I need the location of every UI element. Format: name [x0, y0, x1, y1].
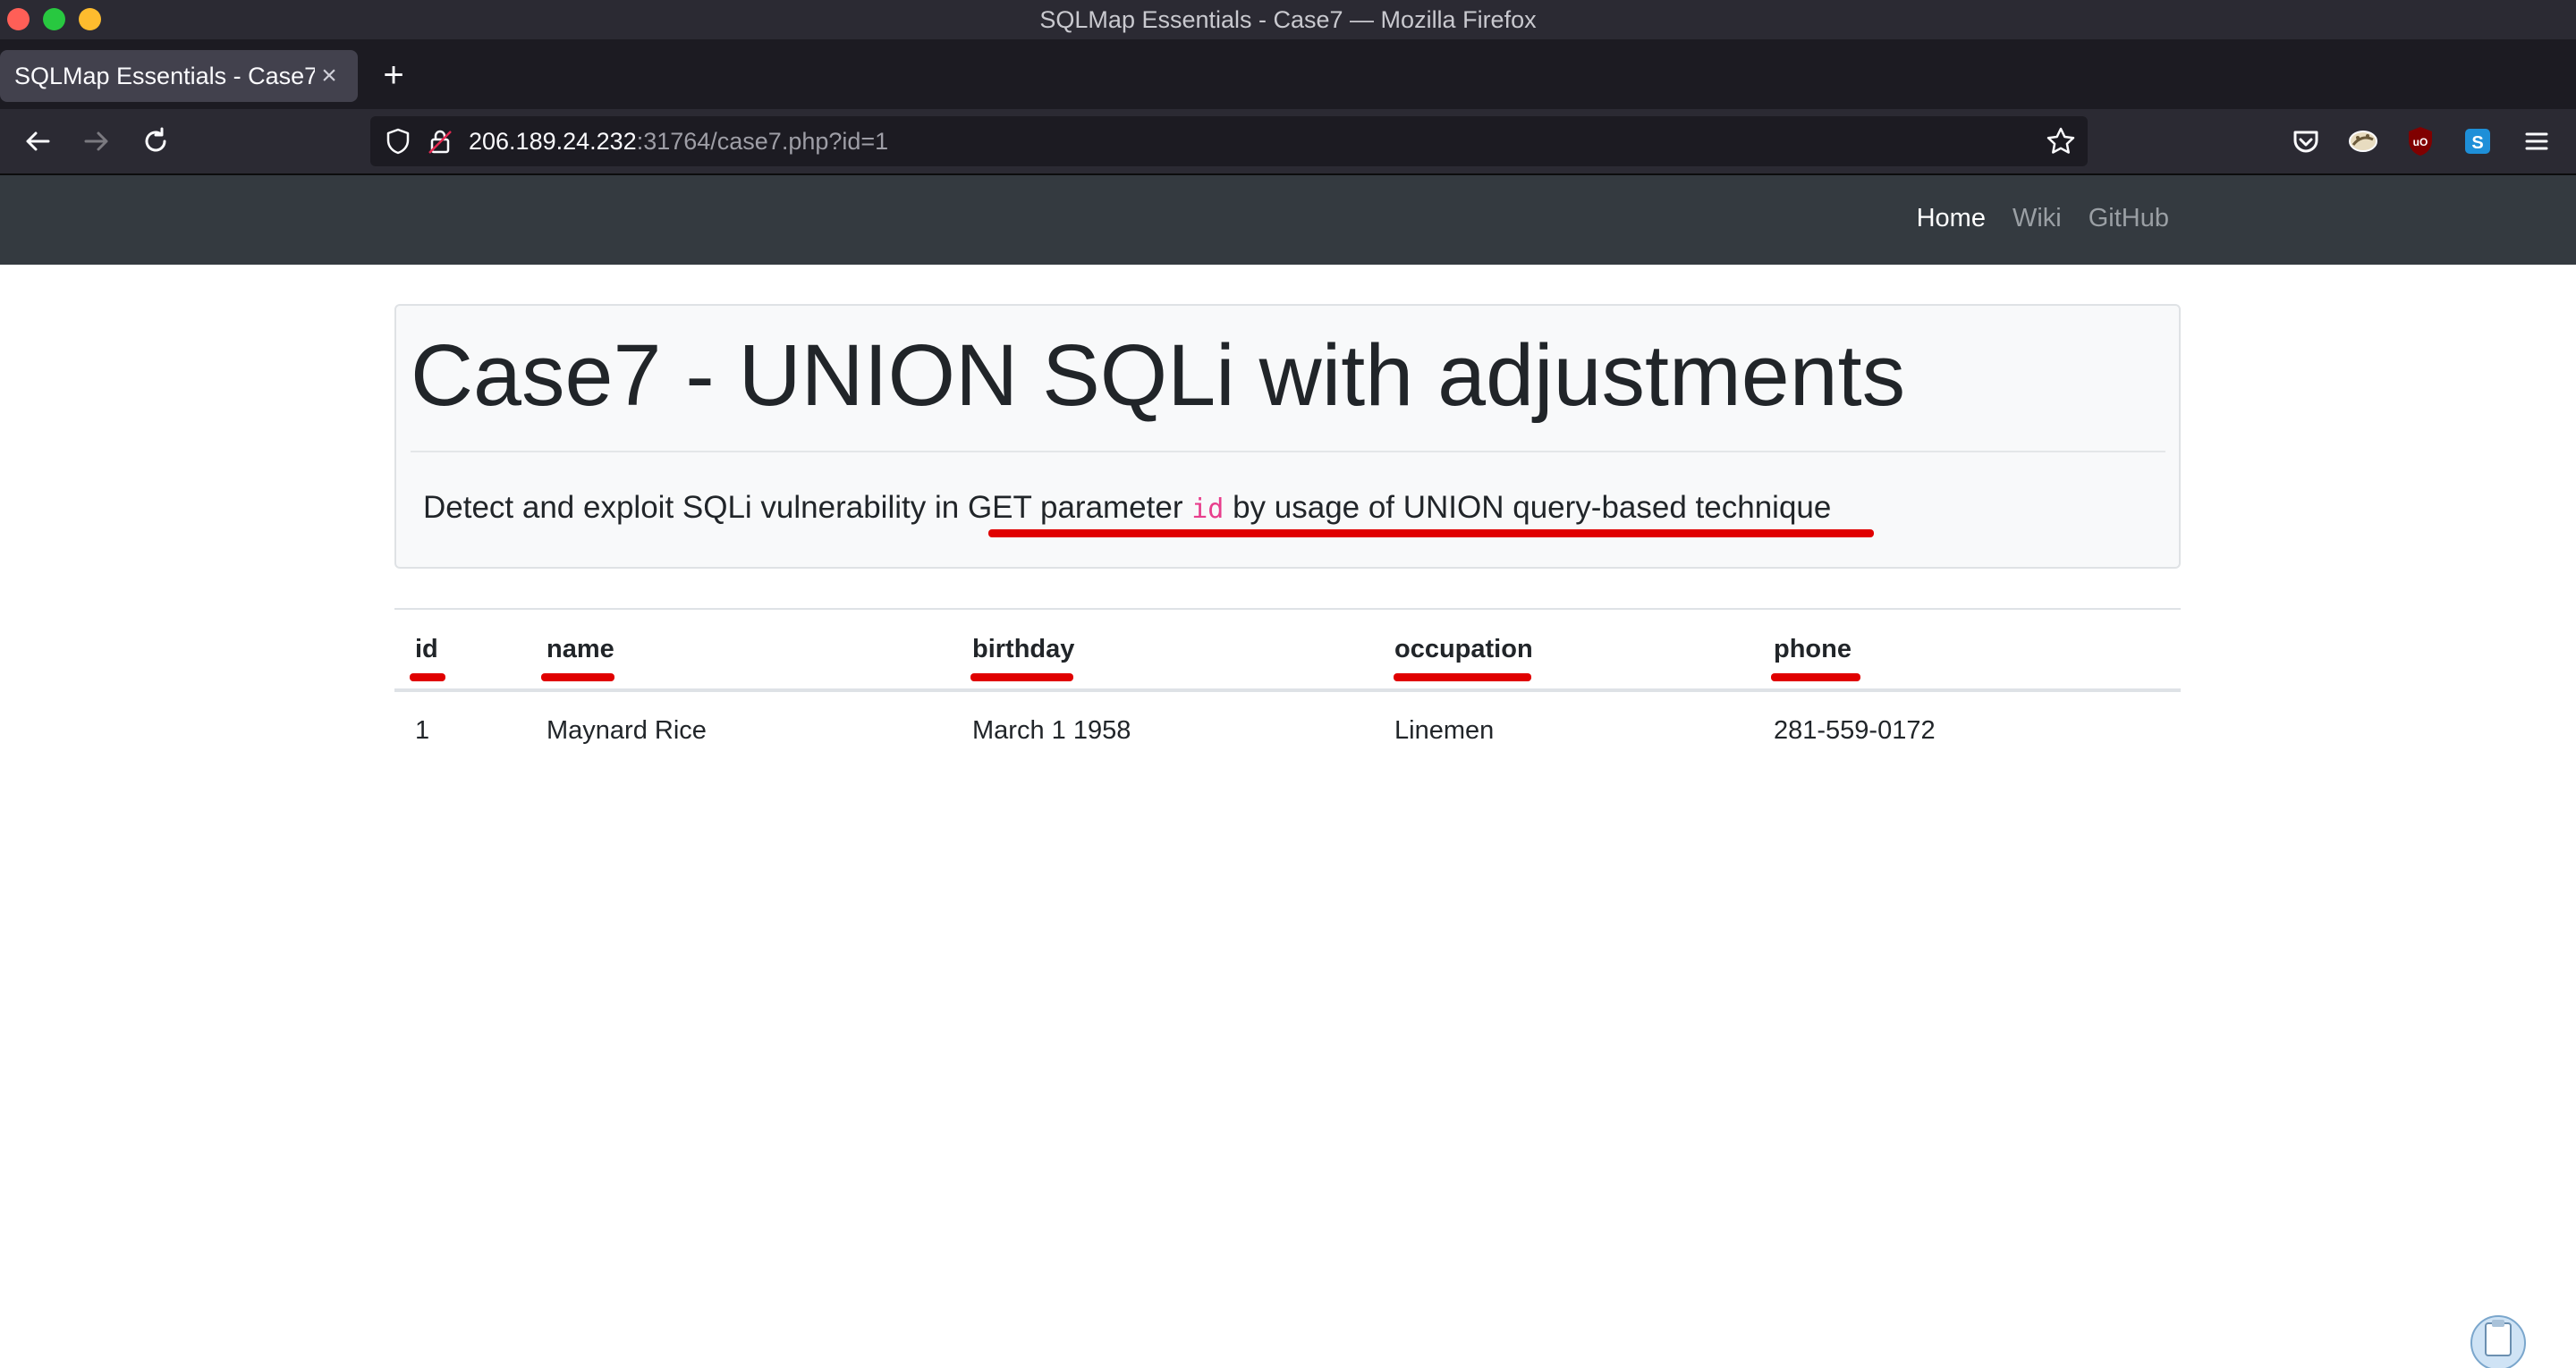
site-nav-links: Home Wiki GitHub	[1917, 204, 2169, 233]
nav-home-link[interactable]: Home	[1917, 204, 1986, 233]
window-titlebar: SQLMap Essentials - Case7 — Mozilla Fire…	[0, 0, 2576, 39]
column-header-name: name	[526, 608, 952, 692]
column-header-phone: phone	[1753, 608, 2181, 692]
svg-text:uO: uO	[2413, 136, 2428, 148]
skype-extension-icon[interactable]: S	[2460, 123, 2496, 159]
red-annotation-underline	[541, 673, 614, 681]
cookie-extension-icon[interactable]	[2345, 123, 2381, 159]
back-arrow-icon[interactable]	[20, 123, 55, 159]
table-row: 1 Maynard Rice March 1 1958 Linemen 281-…	[394, 690, 2181, 769]
url-host: 206.189.24.232	[469, 127, 637, 155]
insecure-lock-icon[interactable]	[426, 126, 454, 156]
tab-sqlmap-case7[interactable]: SQLMap Essentials - Case7 ×	[0, 50, 358, 102]
column-header-birthday: birthday	[952, 608, 1374, 692]
param-code: id	[1191, 494, 1224, 525]
close-icon[interactable]: ×	[315, 61, 343, 91]
url-bar[interactable]: 206.189.24.232:31764/case7.php?id=1	[370, 116, 2088, 166]
svg-text:S: S	[2471, 133, 2483, 153]
lead-prefix: Detect and exploit SQLi vulnerability in	[423, 490, 968, 525]
window-controls	[7, 8, 101, 30]
lead-highlight-b: by usage of UNION query-based technique	[1224, 490, 1832, 525]
reload-icon[interactable]	[138, 123, 174, 159]
forward-arrow-icon[interactable]	[79, 123, 114, 159]
minimize-window-button[interactable]	[43, 8, 65, 30]
jumbotron-divider	[411, 451, 2165, 452]
jumbotron: Case7 - UNION SQLi with adjustments Dete…	[394, 304, 2181, 569]
cell-birthday: March 1 1958	[972, 715, 1131, 745]
close-window-button[interactable]	[7, 8, 30, 30]
red-annotation-underline	[988, 529, 1874, 537]
bookmark-star-icon[interactable]	[2045, 125, 2077, 157]
new-tab-icon[interactable]: +	[376, 57, 411, 93]
window-title: SQLMap Essentials - Case7 — Mozilla Fire…	[1039, 5, 1537, 33]
page-title: Case7 - UNION SQLi with adjustments	[411, 326, 1906, 424]
tab-strip: SQLMap Essentials - Case7 × +	[0, 39, 2576, 109]
lead-text: Detect and exploit SQLi vulnerability in…	[423, 490, 1831, 526]
results-table: id name birthday occupation phone 1 Mayn…	[394, 608, 2181, 769]
table-header-row: id name birthday occupation phone	[394, 608, 2181, 692]
site-navbar: Home Wiki GitHub	[0, 175, 2576, 265]
lead-highlight-a: GET parameter	[967, 490, 1192, 525]
cell-occupation: Linemen	[1394, 715, 1495, 745]
red-annotation-underline	[1394, 673, 1531, 681]
navigation-toolbar: 206.189.24.232:31764/case7.php?id=1 uO S	[0, 109, 2576, 175]
pocket-icon[interactable]	[2288, 123, 2324, 159]
shield-icon[interactable]	[383, 126, 413, 156]
red-annotation-underline	[1771, 673, 1860, 681]
url-text[interactable]: 206.189.24.232:31764/case7.php?id=1	[469, 128, 888, 156]
tab-title: SQLMap Essentials - Case7	[14, 62, 315, 89]
column-header-id: id	[394, 608, 526, 692]
maximize-window-button[interactable]	[79, 8, 101, 30]
url-path: :31764/case7.php?id=1	[636, 127, 889, 155]
cell-name: Maynard Rice	[547, 715, 707, 745]
nav-github-link[interactable]: GitHub	[2089, 204, 2169, 233]
nav-wiki-link[interactable]: Wiki	[2012, 204, 2062, 233]
ublock-origin-icon[interactable]: uO	[2402, 123, 2438, 159]
clipboard-icon[interactable]	[2469, 1311, 2528, 1368]
red-annotation-underline	[410, 673, 445, 681]
hamburger-menu-icon[interactable]	[2519, 123, 2555, 159]
red-annotation-underline	[970, 673, 1073, 681]
cell-id: 1	[415, 715, 430, 745]
column-header-occupation: occupation	[1374, 608, 1753, 692]
cell-phone: 281-559-0172	[1774, 715, 1936, 745]
